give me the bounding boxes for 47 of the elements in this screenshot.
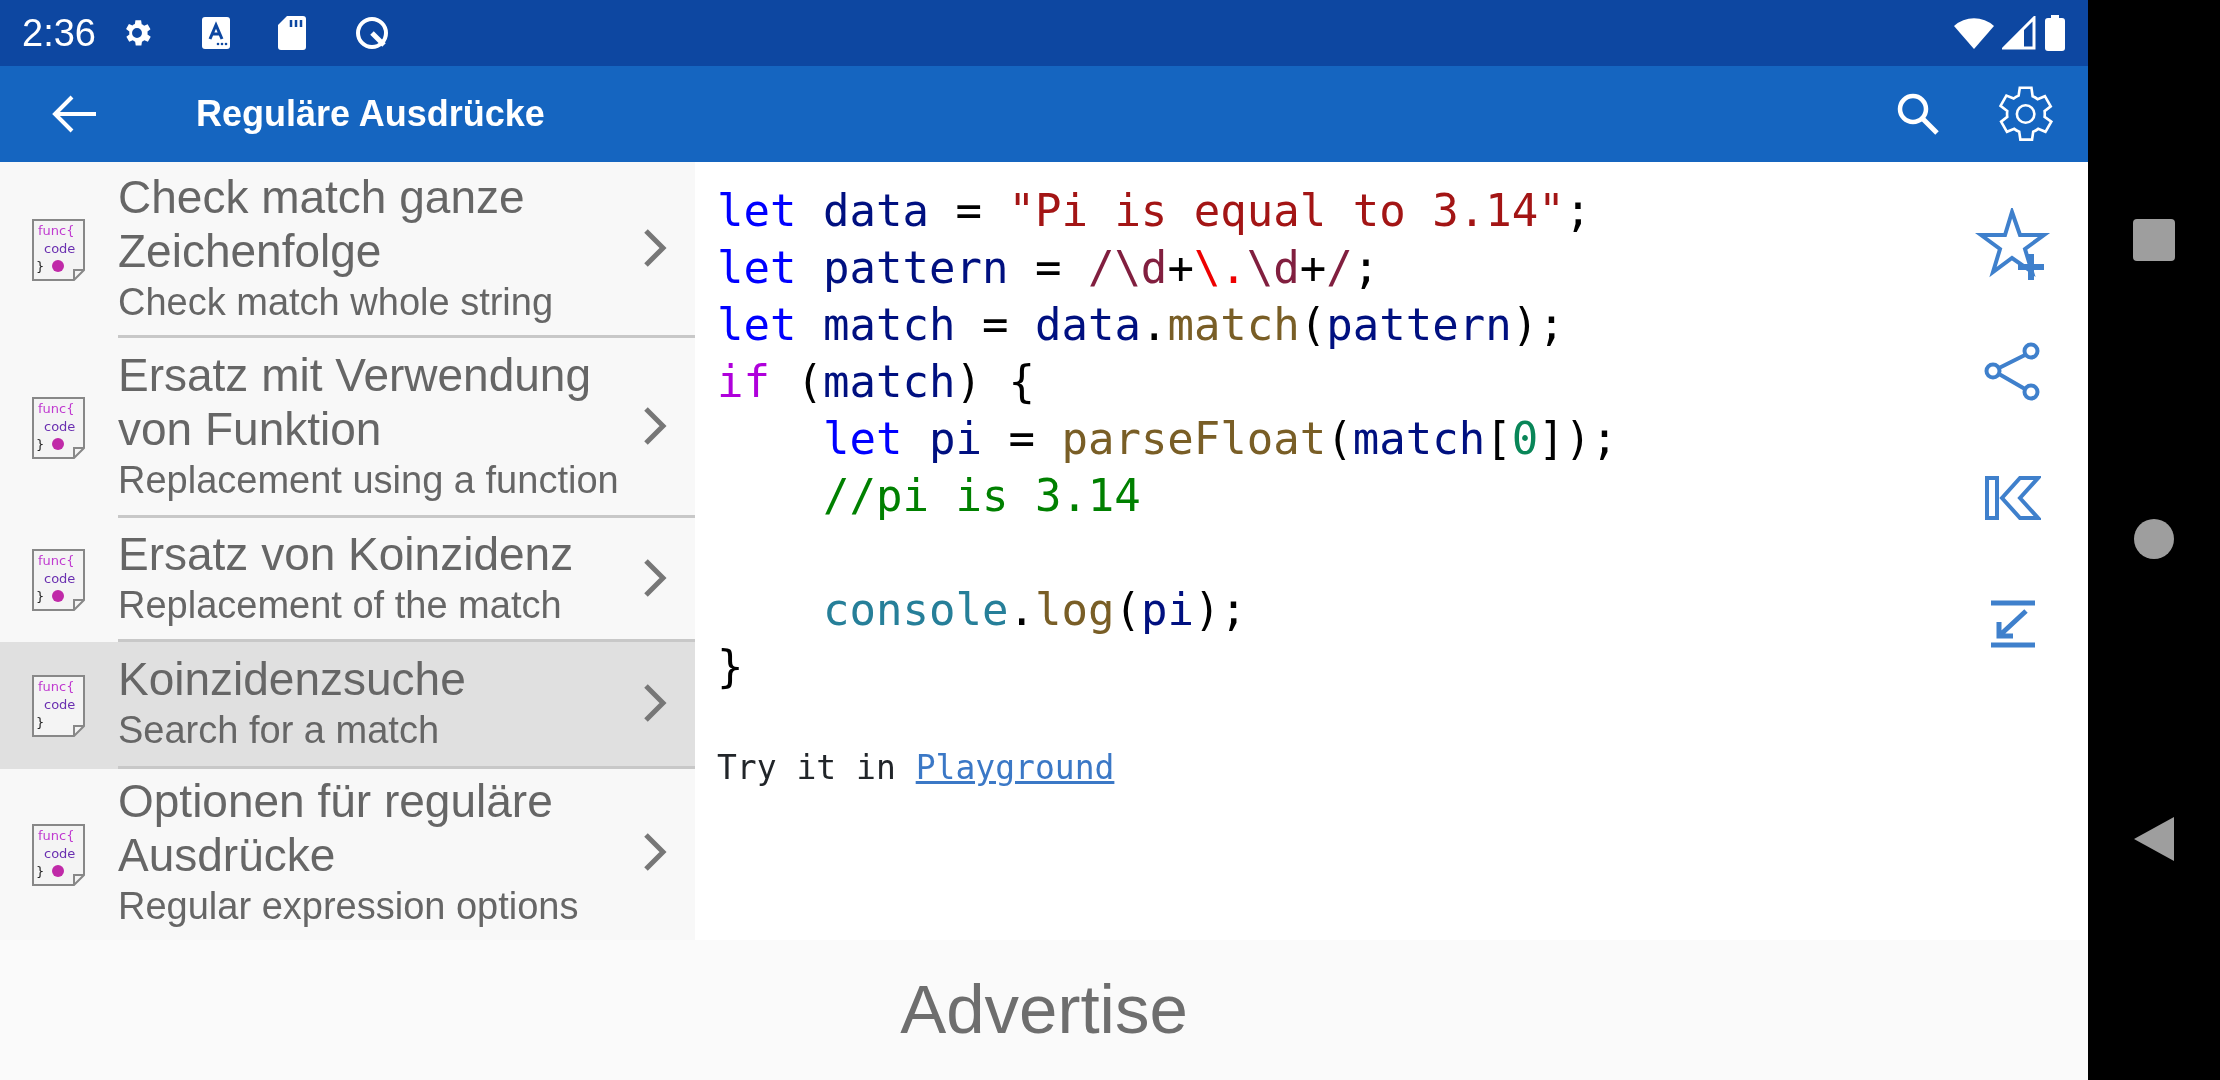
item-subtitle: Replacement of the match — [118, 582, 563, 628]
item-title: Ersatz von Koinzidenz — [118, 526, 575, 581]
code-file-icon: func{ code } — [30, 822, 88, 887]
chevron-right-icon — [643, 405, 667, 446]
try-it-text: Try it in — [717, 748, 896, 787]
code-line: } — [717, 640, 744, 694]
font-box-icon — [201, 17, 230, 49]
item-title: Ersatz mit Verwendung von Funktion — [118, 347, 592, 456]
list-item[interactable]: func{ code } Optionen für reguläre Ausdrücke Regular expression options — [0, 769, 695, 940]
item-title: Check match ganze Zeichenfolge — [118, 169, 526, 278]
list-item[interactable]: func{ code } Ersatz mit Verwendung von Funktion Replacement using a function — [0, 338, 695, 518]
code-file-icon: func{ code } — [30, 396, 88, 460]
item-title: Optionen für reguläre Ausdrücke — [118, 774, 554, 882]
item-subtitle: Check match whole string — [118, 279, 555, 325]
circle-q-icon — [353, 15, 390, 51]
back-nav-button[interactable] — [2134, 817, 2174, 861]
item-subtitle: Regular expression options — [118, 884, 580, 929]
clock: 2:36 — [22, 10, 96, 56]
item-title: Koinzidenzsuche — [118, 652, 467, 706]
item-subtitle: Replacement using a function — [118, 457, 620, 503]
signal-icon — [2002, 16, 2036, 50]
playground-link[interactable]: Playground — [915, 748, 1115, 787]
code-line: console.log(pi); — [821, 583, 1247, 637]
list-item[interactable]: func{ code } Check match ganze Zeichenfolge Check match whole string — [0, 162, 695, 338]
chevron-right-icon — [643, 557, 667, 598]
item-subtitle: Search for a match — [118, 708, 441, 753]
code-line: //pi is 3.14 — [821, 469, 1141, 523]
search-button[interactable] — [1896, 92, 1940, 136]
code-line: if (match) { — [717, 355, 1035, 409]
chevron-right-icon — [643, 683, 667, 723]
chevron-right-icon — [643, 227, 667, 268]
chevron-right-icon — [643, 832, 667, 872]
code-line: let pi = parseFloat(match[0]); — [821, 412, 1618, 466]
advertisement-label: Advertise — [900, 970, 1188, 1051]
battery-icon — [2044, 15, 2066, 51]
code-file-icon: func{ code } — [30, 548, 88, 612]
code-line: let match = data.match(pattern); — [717, 298, 1565, 352]
code-line: let data = "Pi is equal to 3.14"; — [717, 184, 1592, 238]
screen-title: Reguläre Ausdrücke — [196, 92, 545, 136]
code-line: let pattern = /\d+\.\d+/; — [717, 241, 1380, 295]
code-file-icon: func{ code } — [30, 673, 88, 738]
back-button[interactable] — [52, 94, 98, 134]
wifi-icon — [1954, 17, 1994, 49]
home-button[interactable] — [2134, 519, 2174, 559]
code-file-icon: func{ code } — [30, 218, 88, 282]
sd-card-icon — [277, 16, 306, 50]
list-item[interactable]: func{ code } Koinzidenzsuche Search for a match — [0, 642, 695, 769]
